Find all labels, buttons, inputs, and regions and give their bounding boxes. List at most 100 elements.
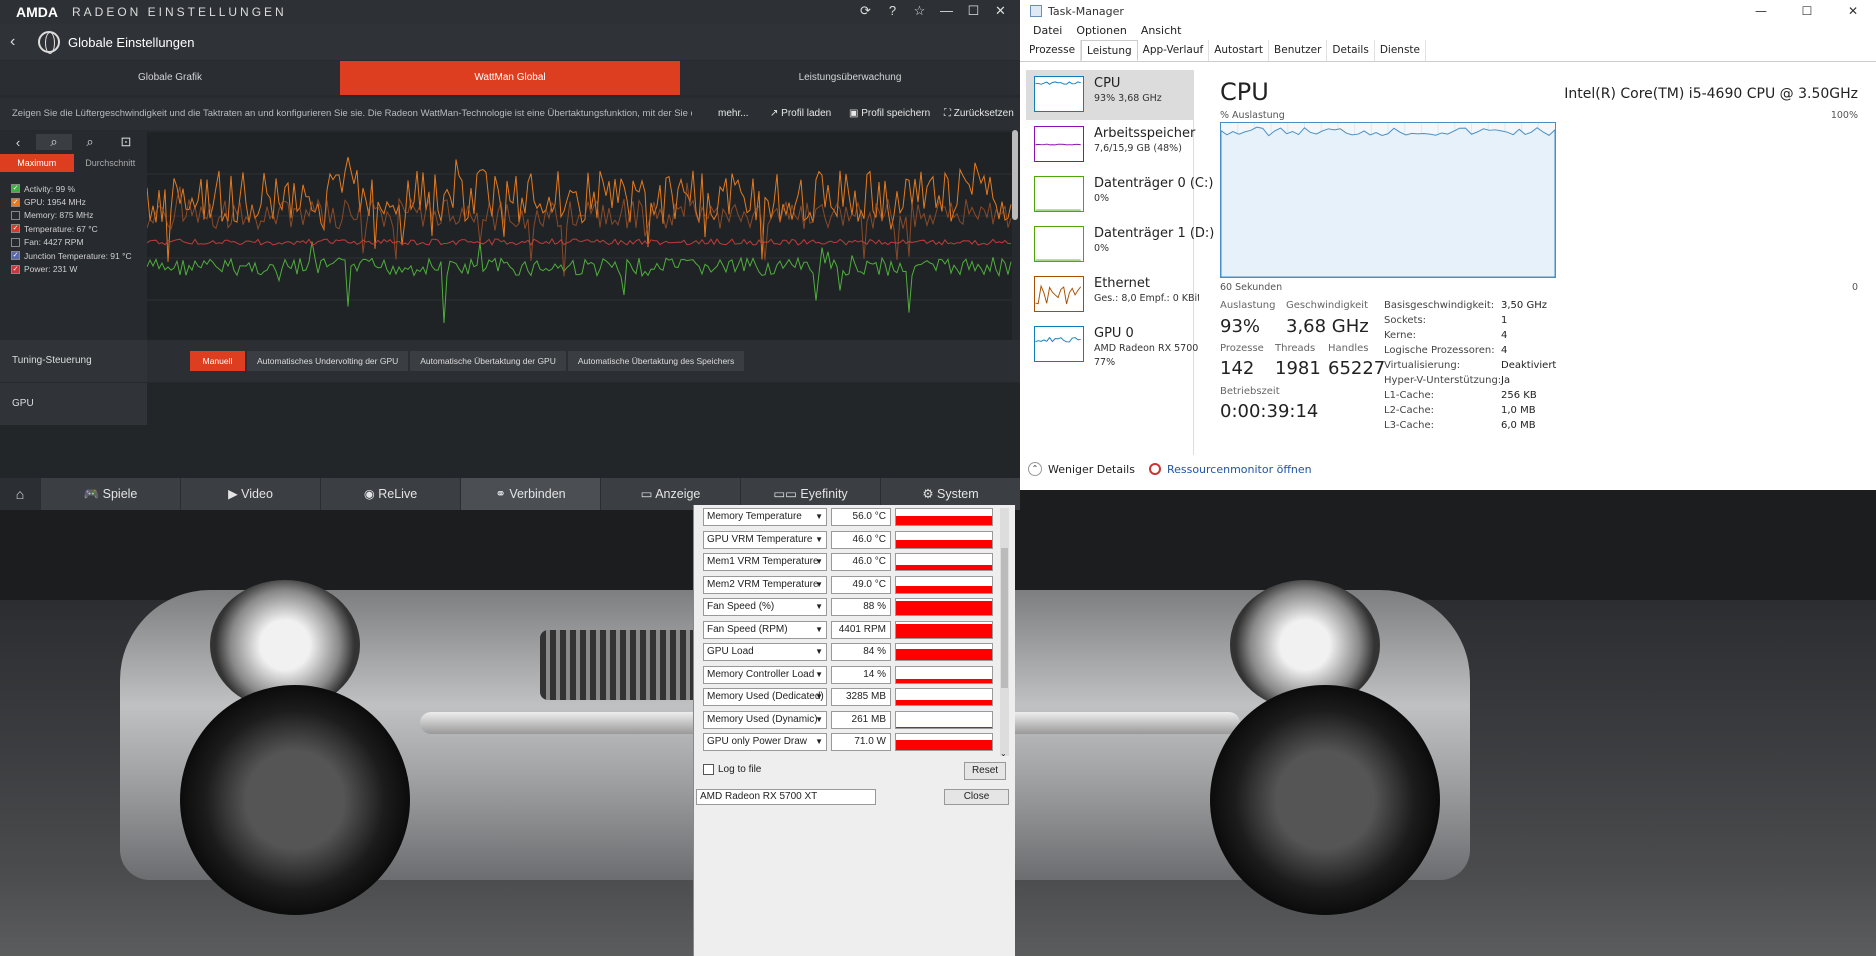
fewer-details-link[interactable]: Weniger Details (1048, 463, 1135, 476)
dropdown-arrow-icon[interactable]: ▼ (815, 712, 823, 728)
menu-optionen[interactable]: Optionen (1076, 22, 1126, 40)
legend-item[interactable]: ✓ Activity: 99 % (0, 182, 147, 195)
legend-item[interactable]: ✓ Junction Temperature: 91 °C (0, 249, 147, 262)
nav-relive[interactable]: ◉ ReLive (320, 478, 460, 510)
nav-verbinden[interactable]: ⚭ Verbinden (460, 478, 600, 510)
reset-button[interactable]: ⛶ Zurücksetzen (944, 98, 1014, 130)
dropdown-arrow-icon[interactable]: ▼ (815, 509, 823, 525)
tab-benutzer[interactable]: Benutzer (1269, 40, 1328, 61)
dropdown-arrow-icon[interactable]: ▼ (815, 734, 823, 750)
legend-checkbox[interactable]: ✓ (11, 251, 20, 261)
sensor-name[interactable]: Mem1 VRM Temperature ▼ (703, 553, 827, 571)
update-icon[interactable]: ⟳ (852, 3, 879, 19)
resource-item[interactable]: Arbeitsspeicher 7,6/15,9 GB (48%) (1026, 120, 1195, 170)
legend-checkbox[interactable]: ✓ (11, 197, 20, 207)
tab-globale-grafik[interactable]: Globale Grafik (0, 61, 340, 95)
mode-maximum[interactable]: Maximum (0, 154, 74, 172)
dropdown-arrow-icon[interactable]: ▼ (815, 622, 823, 638)
resource-monitor-link[interactable]: Ressourcenmonitor öffnen (1167, 463, 1312, 476)
sensor-name[interactable]: Fan Speed (RPM) ▼ (703, 620, 827, 639)
tuning-manual-button[interactable]: Manuell (190, 351, 245, 371)
nav-spiele[interactable]: 🎮 Spiele (40, 478, 180, 510)
sensor-name[interactable]: Memory Used (Dynamic) ▼ (703, 710, 827, 729)
sensor-name[interactable]: GPU VRM Temperature ▼ (703, 530, 827, 549)
legend-checkbox[interactable]: ✓ (11, 184, 20, 194)
home-icon[interactable]: ⌂ (0, 478, 40, 510)
legend-item[interactable]: Memory: 875 MHz (0, 209, 147, 222)
resource-item[interactable]: Datenträger 0 (C:) 0% (1026, 170, 1213, 220)
sensor-name[interactable]: Fan Speed (%) ▼ (703, 598, 827, 616)
help-icon[interactable]: ? (879, 3, 906, 19)
gpu-select[interactable]: AMD Radeon RX 5700 XT (696, 789, 876, 805)
minimize-icon[interactable]: — (1738, 0, 1784, 22)
more-link[interactable]: mehr... (718, 98, 749, 130)
tuning-mem-oc-button[interactable]: Automatische Übertaktung des Speichers (567, 351, 745, 371)
sensor-graph (895, 598, 993, 616)
mode-durchschnitt[interactable]: Durchschnitt (74, 154, 148, 172)
dropdown-arrow-icon[interactable]: ▼ (815, 599, 823, 615)
dropdown-arrow-icon[interactable]: ▼ (815, 577, 823, 593)
sensor-reset-button[interactable]: Reset (964, 762, 1006, 780)
sensor-name[interactable]: Memory Used (Dedicated) ▼ (703, 688, 827, 706)
back-icon[interactable]: ‹ (10, 33, 30, 51)
resource-item[interactable]: Ethernet Ges.: 8,0 Empf.: 0 KBit/s (1026, 270, 1199, 320)
dropdown-arrow-icon[interactable]: ▼ (815, 667, 823, 683)
legend-item[interactable]: ✓ GPU: 1954 MHz (0, 195, 147, 208)
tab-details[interactable]: Details (1327, 40, 1375, 61)
menu-ansicht[interactable]: Ansicht (1141, 22, 1182, 40)
scroll-down-icon[interactable]: ⌄ (1000, 749, 1007, 758)
load-profile-button[interactable]: ↗ Profil laden (770, 98, 831, 130)
sensor-name[interactable]: Mem2 VRM Temperature ▼ (703, 575, 827, 594)
log-to-file-checkbox[interactable] (703, 764, 714, 775)
sensor-close-button[interactable]: Close (944, 789, 1009, 805)
nav-video[interactable]: ▶ Video (180, 478, 320, 510)
task-manager-window: Task-Manager — ☐ ✕ Datei Optionen Ansich… (1020, 0, 1876, 490)
legend-checkbox[interactable] (11, 210, 20, 220)
legend-checkbox[interactable] (11, 237, 20, 247)
chevron-up-icon[interactable]: ⌃ (1028, 462, 1042, 476)
maximize-icon[interactable]: ☐ (1784, 0, 1830, 22)
tuning-gpu-oc-button[interactable]: Automatische Übertaktung der GPU (410, 351, 566, 371)
resource-item[interactable]: GPU 0 AMD Radeon RX 5700 XT 77% (1026, 320, 1199, 370)
chevron-left-icon[interactable]: ‹ (0, 135, 36, 150)
tab-autostart[interactable]: Autostart (1209, 40, 1270, 61)
dropdown-arrow-icon[interactable]: ▼ (815, 554, 823, 570)
sensor-scrollbar[interactable]: ⌄ (1000, 508, 1009, 758)
dropdown-arrow-icon[interactable]: ▼ (815, 644, 823, 660)
tab-leistungsueberwachung[interactable]: Leistungsüberwachung (680, 61, 1020, 95)
resource-item[interactable]: Datenträger 1 (D:) 0% (1026, 220, 1214, 270)
graph-max: 100% (1830, 110, 1858, 121)
sensor-name[interactable]: Memory Temperature ▼ (703, 508, 827, 526)
legend-item[interactable]: ✓ Temperature: 67 °C (0, 222, 147, 235)
tuning-undervolt-button[interactable]: Automatisches Undervolting der GPU (247, 351, 409, 371)
tab-prozesse[interactable]: Prozesse (1024, 40, 1082, 61)
sensor-name[interactable]: GPU only Power Draw ▼ (703, 733, 827, 751)
dropdown-arrow-icon[interactable]: ▼ (815, 689, 823, 705)
dropdown-arrow-icon[interactable]: ▼ (815, 532, 823, 548)
scrollbar[interactable] (1012, 130, 1018, 220)
legend-checkbox[interactable]: ✓ (11, 224, 20, 234)
tab-leistung[interactable]: Leistung (1081, 40, 1138, 61)
sensor-name[interactable]: Memory Controller Load ▼ (703, 665, 827, 684)
maximize-icon[interactable]: ☐ (960, 3, 987, 19)
sensor-graph (895, 688, 993, 706)
tab-dienste[interactable]: Dienste (1375, 40, 1426, 61)
tab-app-verlauf[interactable]: App-Verlauf (1138, 40, 1210, 61)
minimize-icon[interactable]: — (933, 3, 960, 19)
close-icon[interactable]: ✕ (987, 3, 1014, 19)
legend-checkbox[interactable]: ✓ (11, 264, 20, 274)
save-profile-button[interactable]: ▣ Profil speichern (849, 98, 930, 130)
menu-datei[interactable]: Datei (1033, 22, 1062, 40)
zoom-out-icon[interactable]: ⌕ (72, 134, 108, 150)
fit-icon[interactable]: ⊡ (108, 134, 144, 150)
tab-wattman-global[interactable]: WattMan Global (340, 61, 680, 95)
legend-item[interactable]: ✓ Power: 231 W (0, 262, 147, 275)
zoom-in-icon[interactable]: ⌕ (36, 134, 72, 150)
sensor-name[interactable]: GPU Load ▼ (703, 643, 827, 661)
close-icon[interactable]: ✕ (1830, 0, 1876, 22)
legend-item[interactable]: Fan: 4427 RPM (0, 236, 147, 249)
resource-item[interactable]: CPU 93% 3,68 GHz (1026, 70, 1194, 120)
sensor-row: Memory Temperature ▼ 56.0 °C (703, 508, 999, 526)
star-icon[interactable]: ☆ (906, 3, 933, 19)
stat-value: 65227 (1328, 358, 1386, 379)
